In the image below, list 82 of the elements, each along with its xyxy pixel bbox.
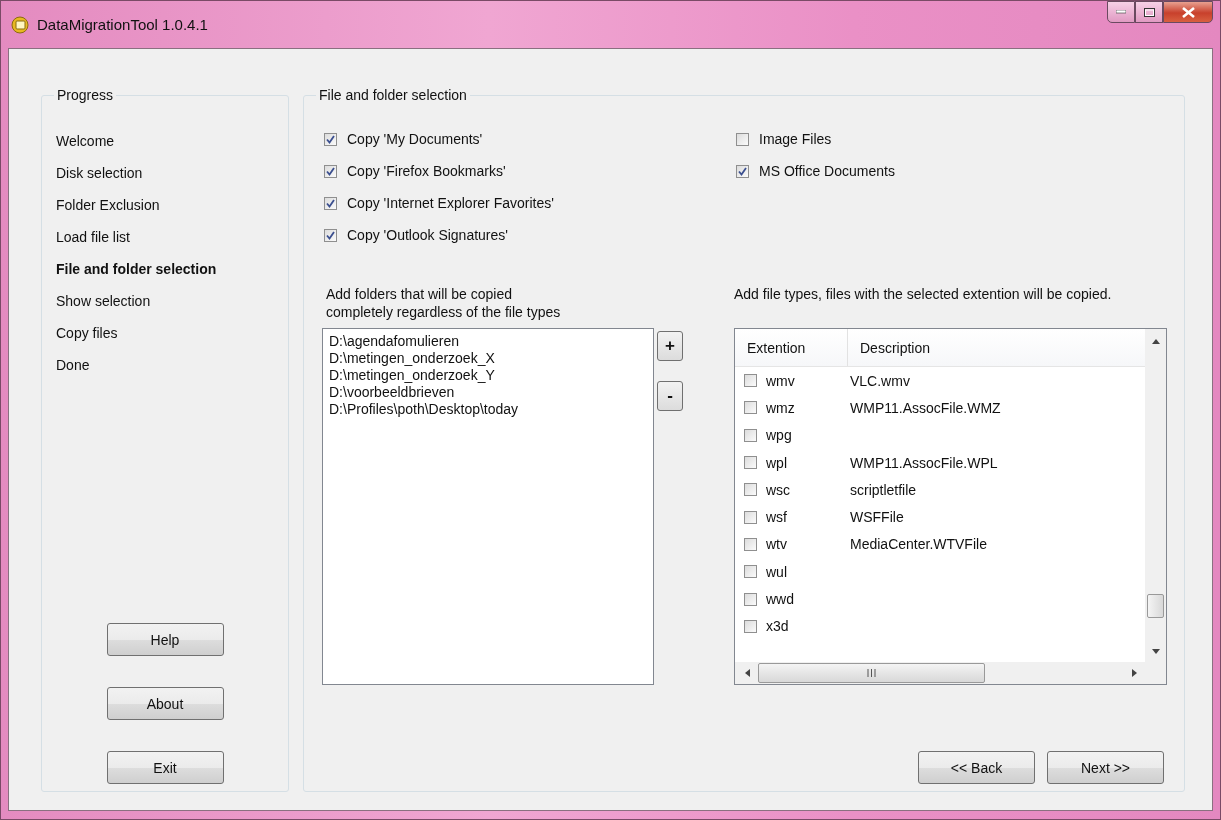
progress-step: File and folder selection: [56, 259, 288, 279]
file-types-hint: Add file types, files with the selected extention will be copied.: [734, 285, 1113, 304]
table-cell: wsf: [766, 509, 787, 526]
side-button[interactable]: Help: [106, 623, 224, 656]
table-cell-text: WMP11.AssocFile.WMZ: [849, 399, 1001, 416]
horizontal-scrollbar[interactable]: [735, 662, 1166, 684]
table-cell: wsc: [766, 481, 791, 498]
table-cell: wpg: [766, 427, 792, 444]
folder-list[interactable]: D:\agendafomulieren D:\metingen_onderzoek_X D:\metingen_onderzoek_Y D:\voorbeeldbrieven D:\Profiles\poth\Desktop\today: [322, 328, 654, 685]
table-cell: wul: [766, 563, 787, 580]
table-cell: wpl: [766, 454, 787, 471]
nav-button[interactable]: Next >>: [1047, 751, 1164, 784]
scroll-right-icon[interactable]: [1132, 669, 1137, 677]
table-cell-text: WSFFile: [849, 509, 904, 526]
checkbox[interactable]: [744, 401, 757, 415]
table-cell: wmv: [766, 372, 795, 389]
table-cell: wmz: [766, 399, 795, 416]
folders-hint: Add folders that will be copied completely regardless of the file types: [325, 285, 562, 322]
folder-item[interactable]: D:\agendafomulieren: [329, 333, 459, 350]
maximize-button[interactable]: [1135, 1, 1163, 23]
checkbox[interactable]: [744, 619, 757, 633]
group-title: File and folder selection: [318, 87, 468, 103]
progress-step: Folder Exclusion: [56, 195, 288, 215]
grip-icon: [867, 669, 876, 677]
progress-step: Done: [56, 355, 288, 375]
nav-button[interactable]: << Back: [918, 751, 1035, 784]
folder-item[interactable]: D:\Profiles\poth\Desktop\today: [329, 401, 519, 418]
scroll-thumb[interactable]: [758, 663, 985, 683]
checkbox[interactable]: [324, 228, 337, 242]
checkbox[interactable]: [744, 537, 757, 551]
scroll-left-icon[interactable]: [745, 669, 750, 677]
side-button[interactable]: About: [106, 687, 224, 720]
add-button[interactable]: +: [657, 331, 683, 361]
progress-step: Disk selection: [56, 163, 288, 183]
option-label: Image Files: [759, 130, 832, 149]
folder-item[interactable]: D:\metingen_onderzoek_X: [329, 350, 495, 367]
progress-step: Load file list: [56, 227, 288, 247]
column-header[interactable]: Description: [848, 329, 931, 366]
minimize-button[interactable]: [1107, 1, 1135, 23]
checkbox[interactable]: [324, 196, 337, 210]
checkbox[interactable]: [736, 164, 749, 178]
checkbox[interactable]: [744, 374, 757, 388]
option-label: Copy 'Internet Explorer Favorites': [347, 194, 554, 213]
progress-step: Welcome: [56, 131, 288, 151]
checkbox[interactable]: [736, 132, 749, 146]
remove-button[interactable]: -: [657, 381, 683, 411]
scroll-thumb[interactable]: [1147, 594, 1164, 618]
table-cell-text: VLC.wmv: [849, 372, 910, 389]
progress-step: Copy files: [56, 323, 288, 343]
progress-step: Show selection: [56, 291, 288, 311]
table-cell: wwd: [766, 591, 794, 607]
option-label: Copy 'Firefox Bookmarks': [347, 162, 506, 181]
window-title: DataMigrationTool 1.0.4.1: [37, 16, 208, 33]
checkbox[interactable]: [744, 483, 757, 497]
checkbox[interactable]: [324, 132, 337, 146]
maximize-icon: [1143, 7, 1155, 17]
checkbox[interactable]: [744, 510, 757, 524]
scroll-down-icon[interactable]: [1151, 649, 1160, 654]
checkbox[interactable]: [744, 565, 757, 579]
group-title: Progress: [56, 87, 115, 103]
vertical-scrollbar[interactable]: [1145, 329, 1166, 662]
checkbox[interactable]: [744, 592, 757, 606]
table-cell-text: scriptletfile: [849, 481, 917, 498]
option-label: Copy 'Outlook Signatures': [347, 226, 508, 245]
folder-item[interactable]: D:\voorbeeldbrieven: [329, 384, 455, 401]
column-header[interactable]: Extention: [735, 329, 848, 366]
option-label: MS Office Documents: [759, 162, 895, 181]
checkbox[interactable]: [744, 456, 757, 470]
close-button[interactable]: [1163, 1, 1213, 23]
table-cell: wtv: [766, 536, 787, 553]
close-icon: [1181, 6, 1195, 18]
side-button[interactable]: Exit: [106, 751, 224, 784]
table-cell-text: MediaCenter.WTVFile: [849, 536, 987, 553]
checkbox[interactable]: [324, 164, 337, 178]
folder-item[interactable]: D:\metingen_onderzoek_Y: [329, 367, 495, 384]
table-cell-text: WMP11.AssocFile.WPL: [849, 454, 998, 471]
option-label: Copy 'My Documents': [347, 130, 483, 149]
minimize-icon: [1116, 10, 1126, 14]
scroll-up-icon[interactable]: [1151, 339, 1160, 344]
app-icon: [11, 15, 29, 34]
table-cell: x3d: [766, 618, 789, 635]
checkbox[interactable]: [744, 428, 757, 442]
